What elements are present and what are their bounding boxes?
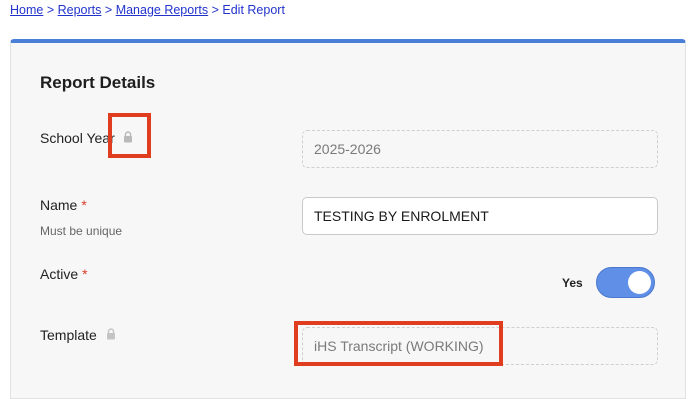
active-label: Active * — [40, 266, 88, 282]
breadcrumb-current: Edit Report — [222, 3, 285, 17]
template-value: iHS Transcript (WORKING) — [314, 338, 484, 354]
template-field: iHS Transcript (WORKING) — [302, 327, 658, 365]
required-marker: * — [81, 197, 87, 213]
breadcrumb-manage-reports-link[interactable]: Manage Reports — [116, 3, 208, 17]
school-year-label: School Year — [40, 130, 115, 146]
name-label-text: Name — [40, 197, 78, 213]
breadcrumb: Home > Reports > Manage Reports > Edit R… — [10, 3, 285, 17]
name-label: Name * — [40, 197, 87, 213]
breadcrumb-separator: > — [104, 3, 113, 17]
breadcrumb-reports-link[interactable]: Reports — [58, 3, 102, 17]
active-label-text: Active — [40, 266, 79, 282]
breadcrumb-home-link[interactable]: Home — [10, 3, 43, 17]
template-label: Template — [40, 327, 97, 343]
lock-icon — [107, 328, 115, 340]
card-title: Report Details — [40, 73, 156, 92]
lock-icon — [124, 131, 132, 143]
school-year-value: 2025-2026 — [314, 141, 381, 157]
breadcrumb-separator: > — [46, 3, 55, 17]
report-details-card: Report Details School Year 2025-2026 Nam… — [10, 39, 686, 399]
required-marker: * — [82, 266, 88, 282]
active-toggle-label: Yes — [562, 276, 583, 290]
school-year-field: 2025-2026 — [302, 130, 658, 168]
name-input[interactable]: TESTING BY ENROLMENT — [302, 197, 658, 235]
template-label-text: Template — [40, 327, 97, 343]
toggle-knob — [628, 271, 651, 294]
active-toggle[interactable] — [596, 267, 655, 298]
school-year-label-text: School Year — [40, 130, 115, 146]
breadcrumb-separator: > — [211, 3, 219, 17]
name-input-value: TESTING BY ENROLMENT — [314, 208, 489, 224]
name-help-text: Must be unique — [40, 224, 123, 238]
